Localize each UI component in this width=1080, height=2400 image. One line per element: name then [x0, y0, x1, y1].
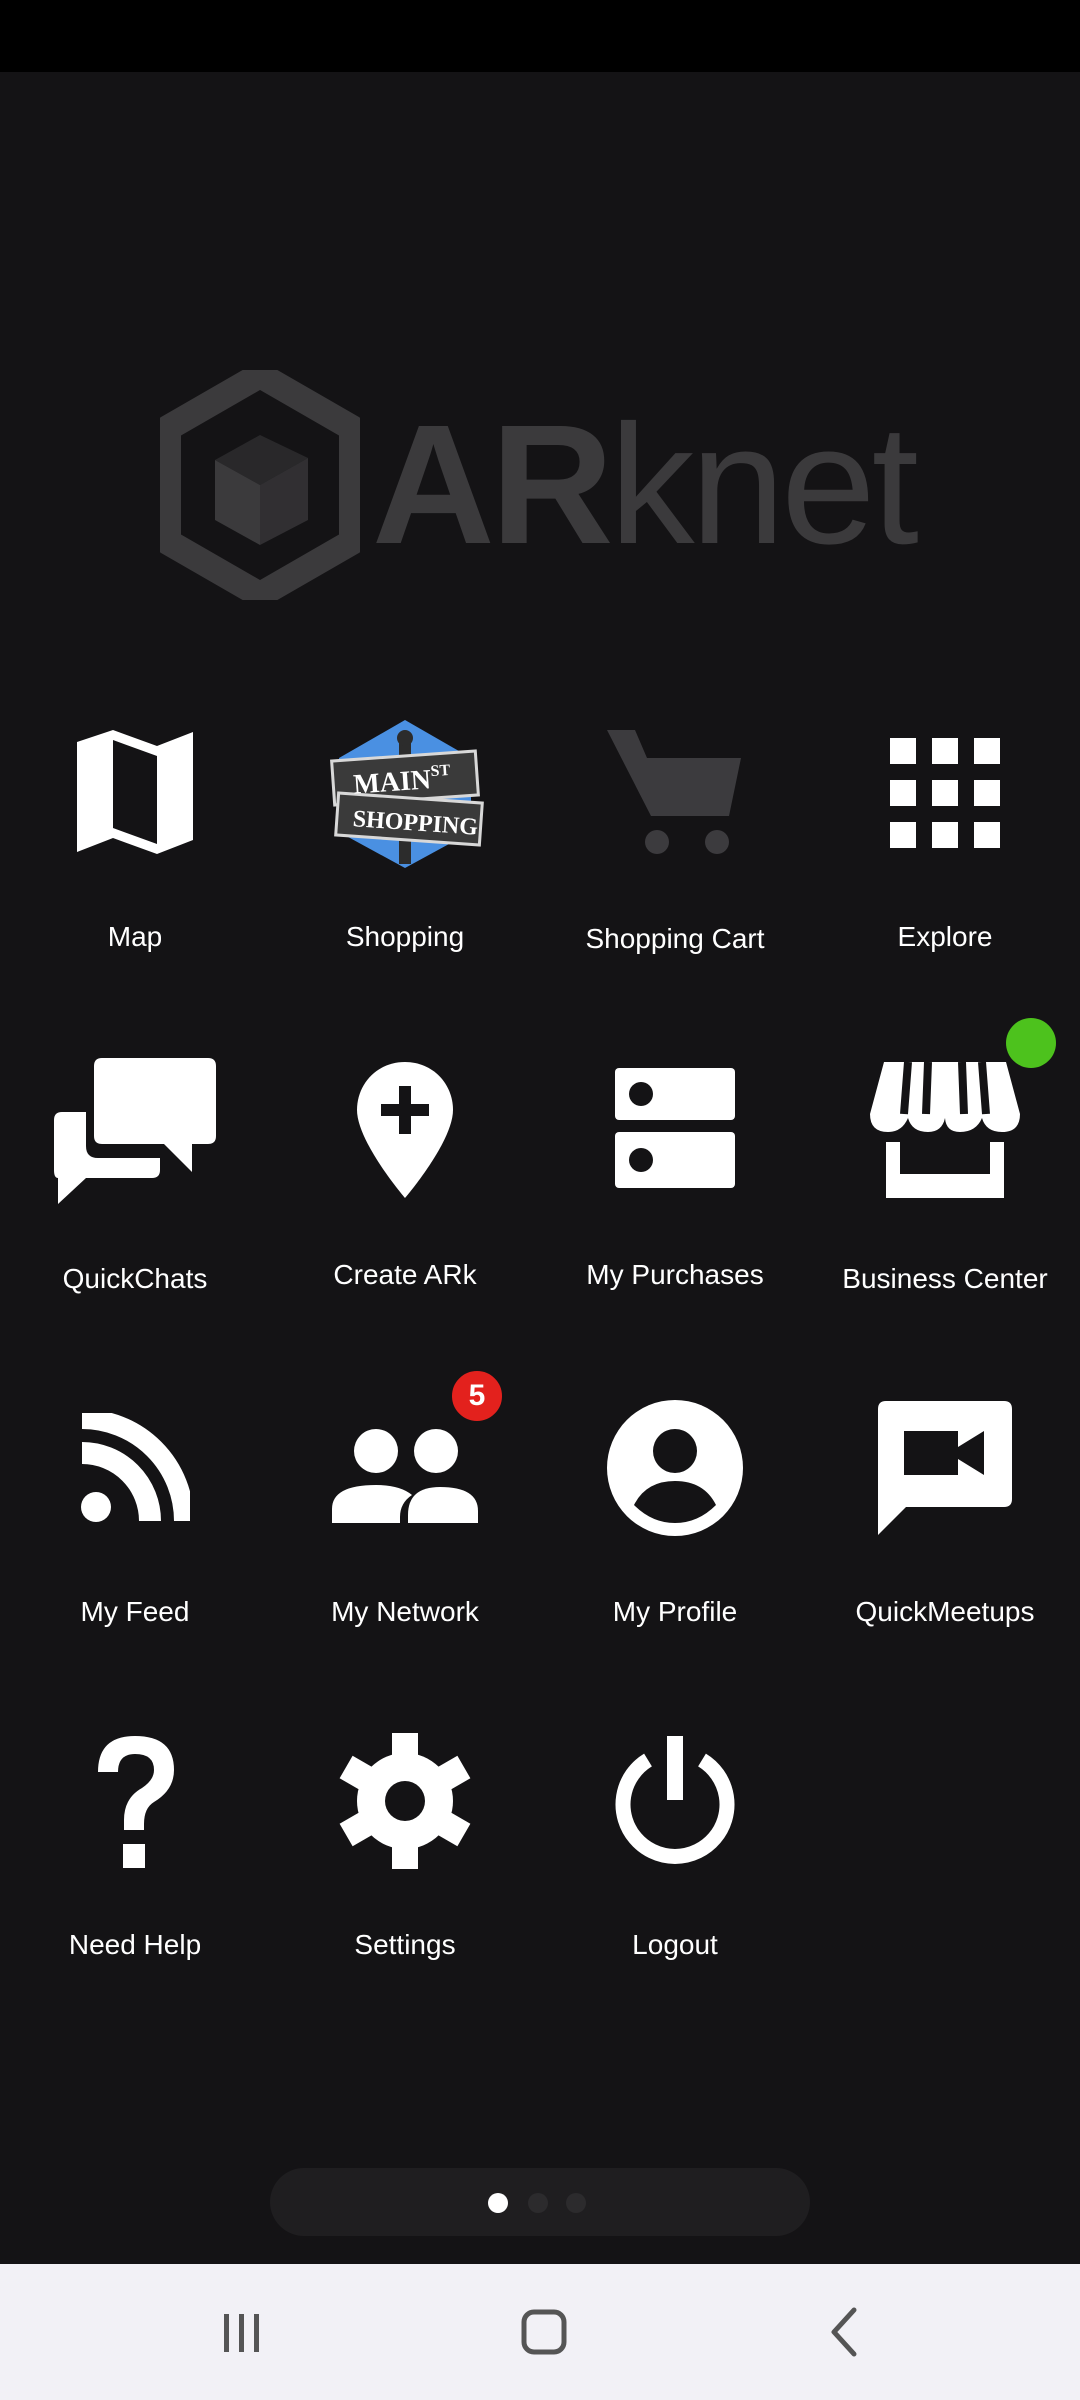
power-icon — [615, 1736, 735, 1864]
menu-item-quickchats[interactable]: QuickChats — [0, 1040, 270, 1370]
menu-item-label: Shopping — [345, 921, 465, 952]
question-mark-icon — [98, 1736, 174, 1868]
menu-item-explore[interactable]: Explore — [810, 700, 1080, 1030]
page-dot[interactable] — [566, 2193, 586, 2213]
storage-list-icon — [615, 1068, 735, 1188]
menu-item-create-ark[interactable]: Create ARk — [270, 1040, 540, 1370]
status-bar — [0, 0, 1080, 72]
menu-item-label: My Network — [331, 1596, 479, 1627]
system-navigation-bar — [0, 2264, 1080, 2400]
main-st-shopping-sign-icon: MAIN ST SHOPPING — [330, 720, 484, 868]
menu-item-label: Settings — [354, 1929, 456, 1960]
menu-item-label: Need Help — [68, 1929, 202, 1960]
account-circle-icon — [607, 1400, 743, 1536]
menu-item-map[interactable]: Map — [0, 700, 270, 1030]
menu-item-need-help[interactable]: Need Help — [0, 1710, 270, 2040]
back-icon[interactable] — [806, 2294, 886, 2370]
page-dot[interactable] — [528, 2193, 548, 2213]
page-dot-active[interactable] — [488, 2193, 508, 2213]
menu-item-quickmeetups[interactable]: QuickMeetups — [810, 1375, 1080, 1705]
sign-st-text: ST — [430, 762, 451, 780]
menu-item-label: Create ARk — [333, 1259, 477, 1290]
rss-feed-icon — [81, 1413, 190, 1522]
chat-bubbles-icon — [54, 1058, 216, 1204]
menu-item-business-center[interactable]: Business Center — [810, 1018, 1080, 1370]
menu-item-my-purchases[interactable]: My Purchases — [540, 1040, 810, 1370]
menu-item-label: Map — [107, 921, 163, 952]
menu-item-label: Logout — [632, 1929, 718, 1960]
menu-item-my-network[interactable]: 5 My Network — [270, 1369, 540, 1705]
menu-item-settings[interactable]: Settings — [270, 1710, 540, 2040]
menu-item-label: Explore — [897, 921, 993, 952]
menu-item-shopping-cart[interactable]: Shopping Cart — [540, 700, 810, 1030]
business-center-status-dot — [1006, 1018, 1056, 1068]
logo-ar: AR — [372, 390, 614, 580]
page-indicator[interactable] — [270, 2168, 810, 2236]
menu-item-logout[interactable]: Logout — [540, 1710, 810, 2040]
shopping-cart-icon — [607, 730, 741, 854]
menu-item-shopping[interactable]: MAIN ST SHOPPING Shopping — [270, 700, 540, 1030]
menu-item-label: Shopping Cart — [585, 923, 765, 954]
home-icon[interactable] — [504, 2294, 584, 2370]
menu-item-label: My Feed — [80, 1596, 190, 1627]
sign-main-text: MAIN — [352, 764, 432, 800]
menu-item-label: QuickChats — [62, 1263, 208, 1294]
logo-knet: knet — [609, 390, 919, 580]
menu-item-my-feed[interactable]: My Feed — [0, 1375, 270, 1705]
arknet-cube-logo-icon — [160, 370, 360, 600]
people-icon — [332, 1429, 478, 1523]
menu-item-label: My Purchases — [586, 1259, 764, 1290]
menu-item-label: QuickMeetups — [855, 1596, 1035, 1627]
grid-icon — [890, 738, 1000, 848]
recents-icon[interactable] — [202, 2294, 282, 2370]
map-icon — [77, 730, 193, 854]
my-network-notification-badge: 5 — [450, 1369, 504, 1423]
add-location-pin-icon — [357, 1062, 453, 1198]
arknet-wordmark: ARknet — [372, 400, 919, 570]
menu-item-label: My Profile — [612, 1596, 738, 1627]
gear-icon — [339, 1733, 471, 1869]
menu-item-my-profile[interactable]: My Profile — [540, 1375, 810, 1705]
video-chat-icon — [878, 1401, 1012, 1535]
storefront-icon — [870, 1062, 1020, 1198]
arknet-logo: ARknet — [160, 370, 920, 600]
menu-item-label: Business Center — [842, 1263, 1048, 1294]
